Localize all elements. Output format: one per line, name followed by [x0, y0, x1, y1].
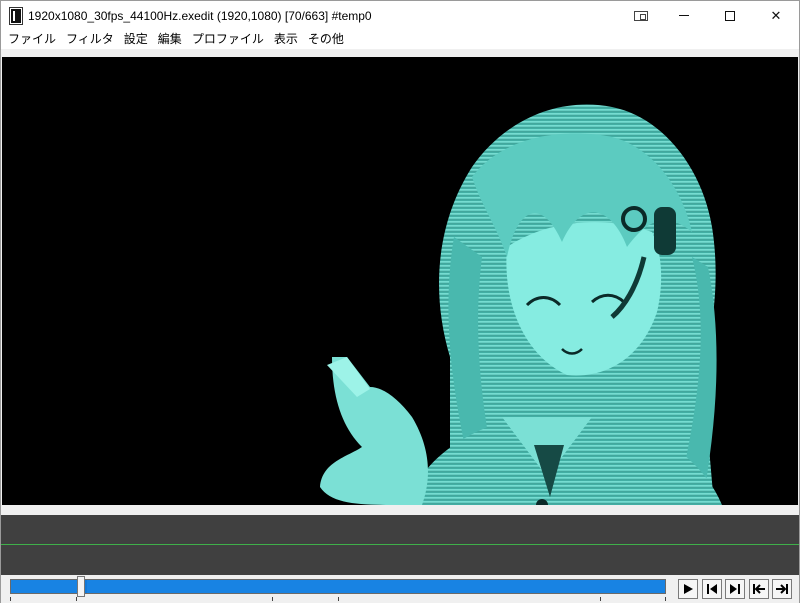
menu-edit[interactable]: 編集 — [153, 30, 187, 49]
minimize-button[interactable] — [661, 1, 707, 30]
seek-tick — [76, 597, 77, 601]
app-icon — [10, 7, 22, 24]
play-button[interactable] — [678, 579, 698, 599]
video-preview[interactable] — [2, 57, 798, 505]
menu-other[interactable]: その他 — [303, 30, 349, 49]
step-forward-button[interactable] — [725, 579, 745, 599]
seek-ticks — [10, 597, 666, 601]
seek-tick — [338, 597, 339, 601]
play-icon — [684, 584, 693, 594]
menu-filter[interactable]: フィルタ — [61, 30, 119, 49]
app-window: 1920x1080_30fps_44100Hz.exedit (1920,108… — [0, 0, 800, 603]
go-start-icon — [753, 584, 765, 594]
toolbar-gap — [1, 49, 799, 57]
seek-tick — [665, 597, 666, 601]
close-icon: ✕ — [770, 7, 782, 23]
go-end-button[interactable] — [772, 579, 792, 599]
preview-bottom-gap — [1, 505, 799, 515]
menu-bar: ファイル フィルタ 設定 編集 プロファイル 表示 その他 — [1, 30, 799, 49]
minimize-icon — [679, 15, 689, 16]
go-end-icon — [776, 584, 788, 594]
step-back-icon — [707, 584, 717, 594]
seek-tick — [600, 597, 601, 601]
compact-view-icon — [634, 10, 648, 21]
step-back-button[interactable] — [702, 579, 722, 599]
seek-thumb[interactable] — [77, 576, 85, 597]
menu-settings[interactable]: 設定 — [119, 30, 153, 49]
menu-view[interactable]: 表示 — [269, 30, 303, 49]
maximize-icon — [725, 10, 735, 21]
title-bar[interactable]: 1920x1080_30fps_44100Hz.exedit (1920,108… — [1, 1, 799, 30]
close-button[interactable]: ✕ — [753, 1, 799, 30]
seek-bar-area — [1, 575, 799, 603]
maximize-button[interactable] — [707, 1, 753, 30]
window-title: 1920x1080_30fps_44100Hz.exedit (1920,108… — [28, 8, 372, 23]
menu-file[interactable]: ファイル — [3, 30, 61, 49]
compact-view-button[interactable] — [621, 1, 661, 30]
seek-played-region — [11, 580, 77, 593]
menu-profile[interactable]: プロファイル — [187, 30, 269, 49]
seek-tick — [272, 597, 273, 601]
seek-selection-region — [87, 580, 665, 593]
seek-tick — [10, 597, 11, 601]
step-forward-icon — [730, 584, 740, 594]
preview-frame-image — [320, 104, 722, 505]
timeline-panel[interactable] — [1, 515, 799, 575]
timeline-guide-line — [1, 544, 799, 545]
go-start-button[interactable] — [749, 579, 769, 599]
window-controls: ✕ — [621, 1, 799, 30]
